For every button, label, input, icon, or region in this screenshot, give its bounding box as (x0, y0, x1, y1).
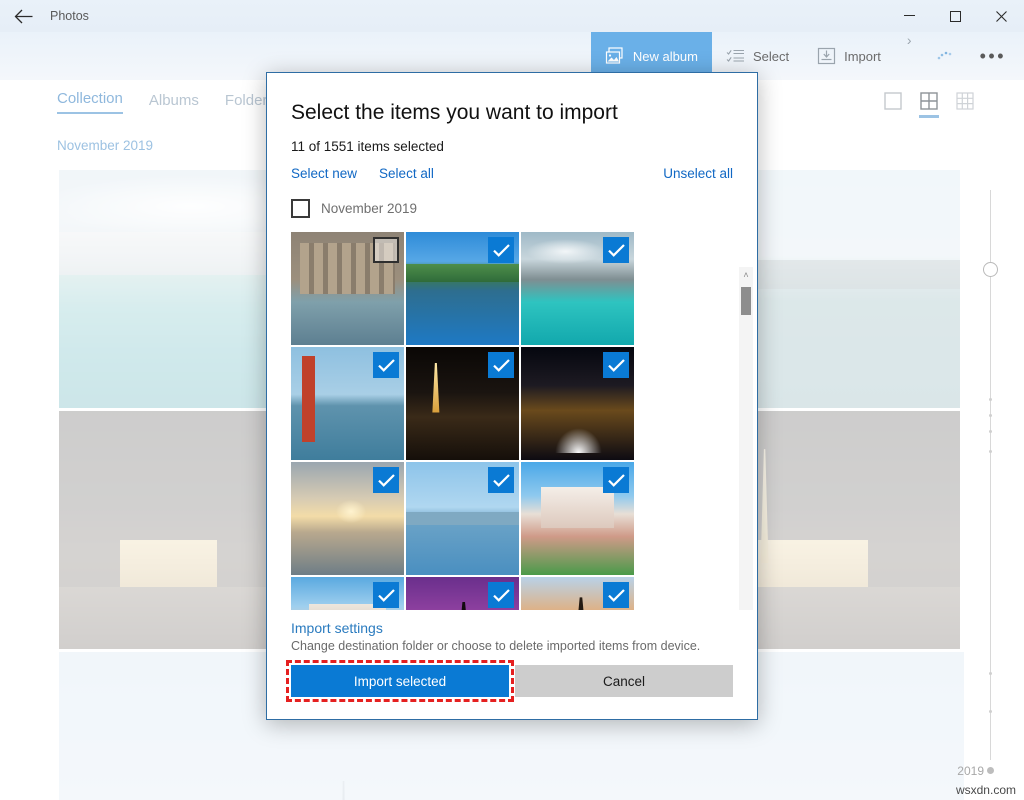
thumbnail-checkmark-icon[interactable] (373, 467, 399, 493)
view-mode-switcher (882, 92, 976, 118)
thumbnail-checkmark-icon[interactable] (603, 467, 629, 493)
thumbnail-grid (267, 218, 747, 610)
nav-tabs: Collection Albums Folders (57, 90, 275, 114)
grid-2x2-icon[interactable] (918, 92, 940, 118)
import-button[interactable]: Import (803, 32, 895, 80)
import-label: Import (844, 49, 881, 64)
thumbnail-checkmark-icon[interactable] (603, 352, 629, 378)
scrollbar-track[interactable] (739, 283, 753, 610)
thumbnail-seine-river-sunset[interactable] (291, 462, 404, 575)
thumbnail-disneyland-plaza[interactable] (291, 577, 404, 610)
thumbnail-paris-river-daylight[interactable] (406, 462, 519, 575)
import-dialog: Select the items you want to import 11 o… (266, 72, 758, 720)
timeline-dot (989, 414, 992, 417)
select-icon (726, 48, 745, 64)
thumbnail-checkmark-icon[interactable] (488, 582, 514, 608)
new-album-icon (605, 47, 625, 65)
back-arrow-icon[interactable] (0, 0, 46, 32)
select-label: Select (753, 49, 789, 64)
timeline-year-label: 2019 (957, 764, 984, 778)
thumbnail-turquoise-bay-city[interactable] (521, 232, 634, 345)
thumbnail-checkmark-icon[interactable] (603, 237, 629, 263)
timeline-dot (989, 450, 992, 453)
new-album-label: New album (633, 49, 698, 64)
thumbnail-vegas-paris-night[interactable] (406, 347, 519, 460)
thumbnail-lakeside-village[interactable] (406, 232, 519, 345)
timeline-dot (989, 672, 992, 675)
dialog-scrollbar[interactable]: ˄ ˅ (739, 267, 753, 610)
dialog-scroll-area: November 2019 (267, 181, 757, 610)
month-heading: November 2019 (57, 138, 153, 153)
single-view-icon[interactable] (882, 92, 904, 118)
unselect-all-link[interactable]: Unselect all (663, 166, 733, 181)
thumbnail-checkmark-icon[interactable] (603, 582, 629, 608)
timeline-dot (989, 430, 992, 433)
thumbnail-disneyland-hotel[interactable] (521, 462, 634, 575)
maximize-button[interactable] (932, 0, 978, 32)
group-label: November 2019 (321, 201, 417, 216)
watermark: wsxdn.com (956, 783, 1016, 797)
import-icon (817, 47, 836, 65)
thumbnail-eiffel-tower-purple-sky[interactable] (406, 577, 519, 610)
thumbnail-checkmark-icon[interactable] (373, 352, 399, 378)
cancel-button[interactable]: Cancel (515, 665, 733, 697)
thumbnail-checkmark-icon[interactable] (373, 582, 399, 608)
thumbnail-old-town-canal[interactable] (291, 232, 404, 345)
overflow-menu-button[interactable]: ••• (966, 32, 1024, 80)
thumbnail-checkmark-icon[interactable] (488, 237, 514, 263)
group-header-november-2019[interactable]: November 2019 (267, 181, 757, 218)
group-checkbox[interactable] (291, 199, 310, 218)
timeline-dot (989, 398, 992, 401)
tab-albums[interactable]: Albums (149, 92, 199, 114)
import-settings-link[interactable]: Import settings (291, 620, 733, 636)
thumbnail-checkmark-icon[interactable] (488, 467, 514, 493)
thumbnail-checkbox[interactable] (373, 237, 399, 263)
dialog-button-row: Import selected Cancel (291, 665, 733, 697)
import-settings-description: Change destination folder or choose to d… (291, 639, 733, 653)
thumbnail-golden-gate-bridge[interactable] (291, 347, 404, 460)
chevron-right-icon[interactable]: › (895, 32, 924, 80)
dialog-footer: Import settings Change destination folde… (267, 610, 757, 719)
select-new-link[interactable]: Select new (291, 166, 357, 181)
dialog-title: Select the items you want to import (291, 101, 757, 125)
timeline-handle[interactable] (983, 262, 998, 277)
scroll-up-icon[interactable]: ˄ (743, 267, 748, 283)
window-controls (886, 0, 1024, 32)
import-selected-button[interactable]: Import selected (291, 665, 509, 697)
scrollbar-thumb[interactable] (741, 287, 751, 315)
timeline-end-marker (987, 767, 994, 774)
select-all-link[interactable]: Select all (379, 166, 434, 181)
timeline-scrubber[interactable]: 2019 (976, 180, 1006, 780)
close-button[interactable] (978, 0, 1024, 32)
grid-3x3-icon[interactable] (954, 92, 976, 118)
title-bar: Photos (0, 0, 1024, 32)
thumbnail-checkmark-icon[interactable] (488, 352, 514, 378)
minimize-button[interactable] (886, 0, 932, 32)
photos-app-window: Photos New album (0, 0, 1024, 800)
thumbnail-eiffel-tower-sunset[interactable] (521, 577, 634, 610)
tab-collection[interactable]: Collection (57, 90, 123, 114)
thumbnail-bellagio-fountains[interactable] (521, 347, 634, 460)
dialog-selection-actions: Select new Select all Unselect all (291, 166, 733, 181)
timeline-dot (989, 710, 992, 713)
selection-count: 11 of 1551 items selected (291, 139, 757, 154)
loading-spinner-icon (924, 32, 966, 80)
app-title: Photos (50, 9, 89, 23)
